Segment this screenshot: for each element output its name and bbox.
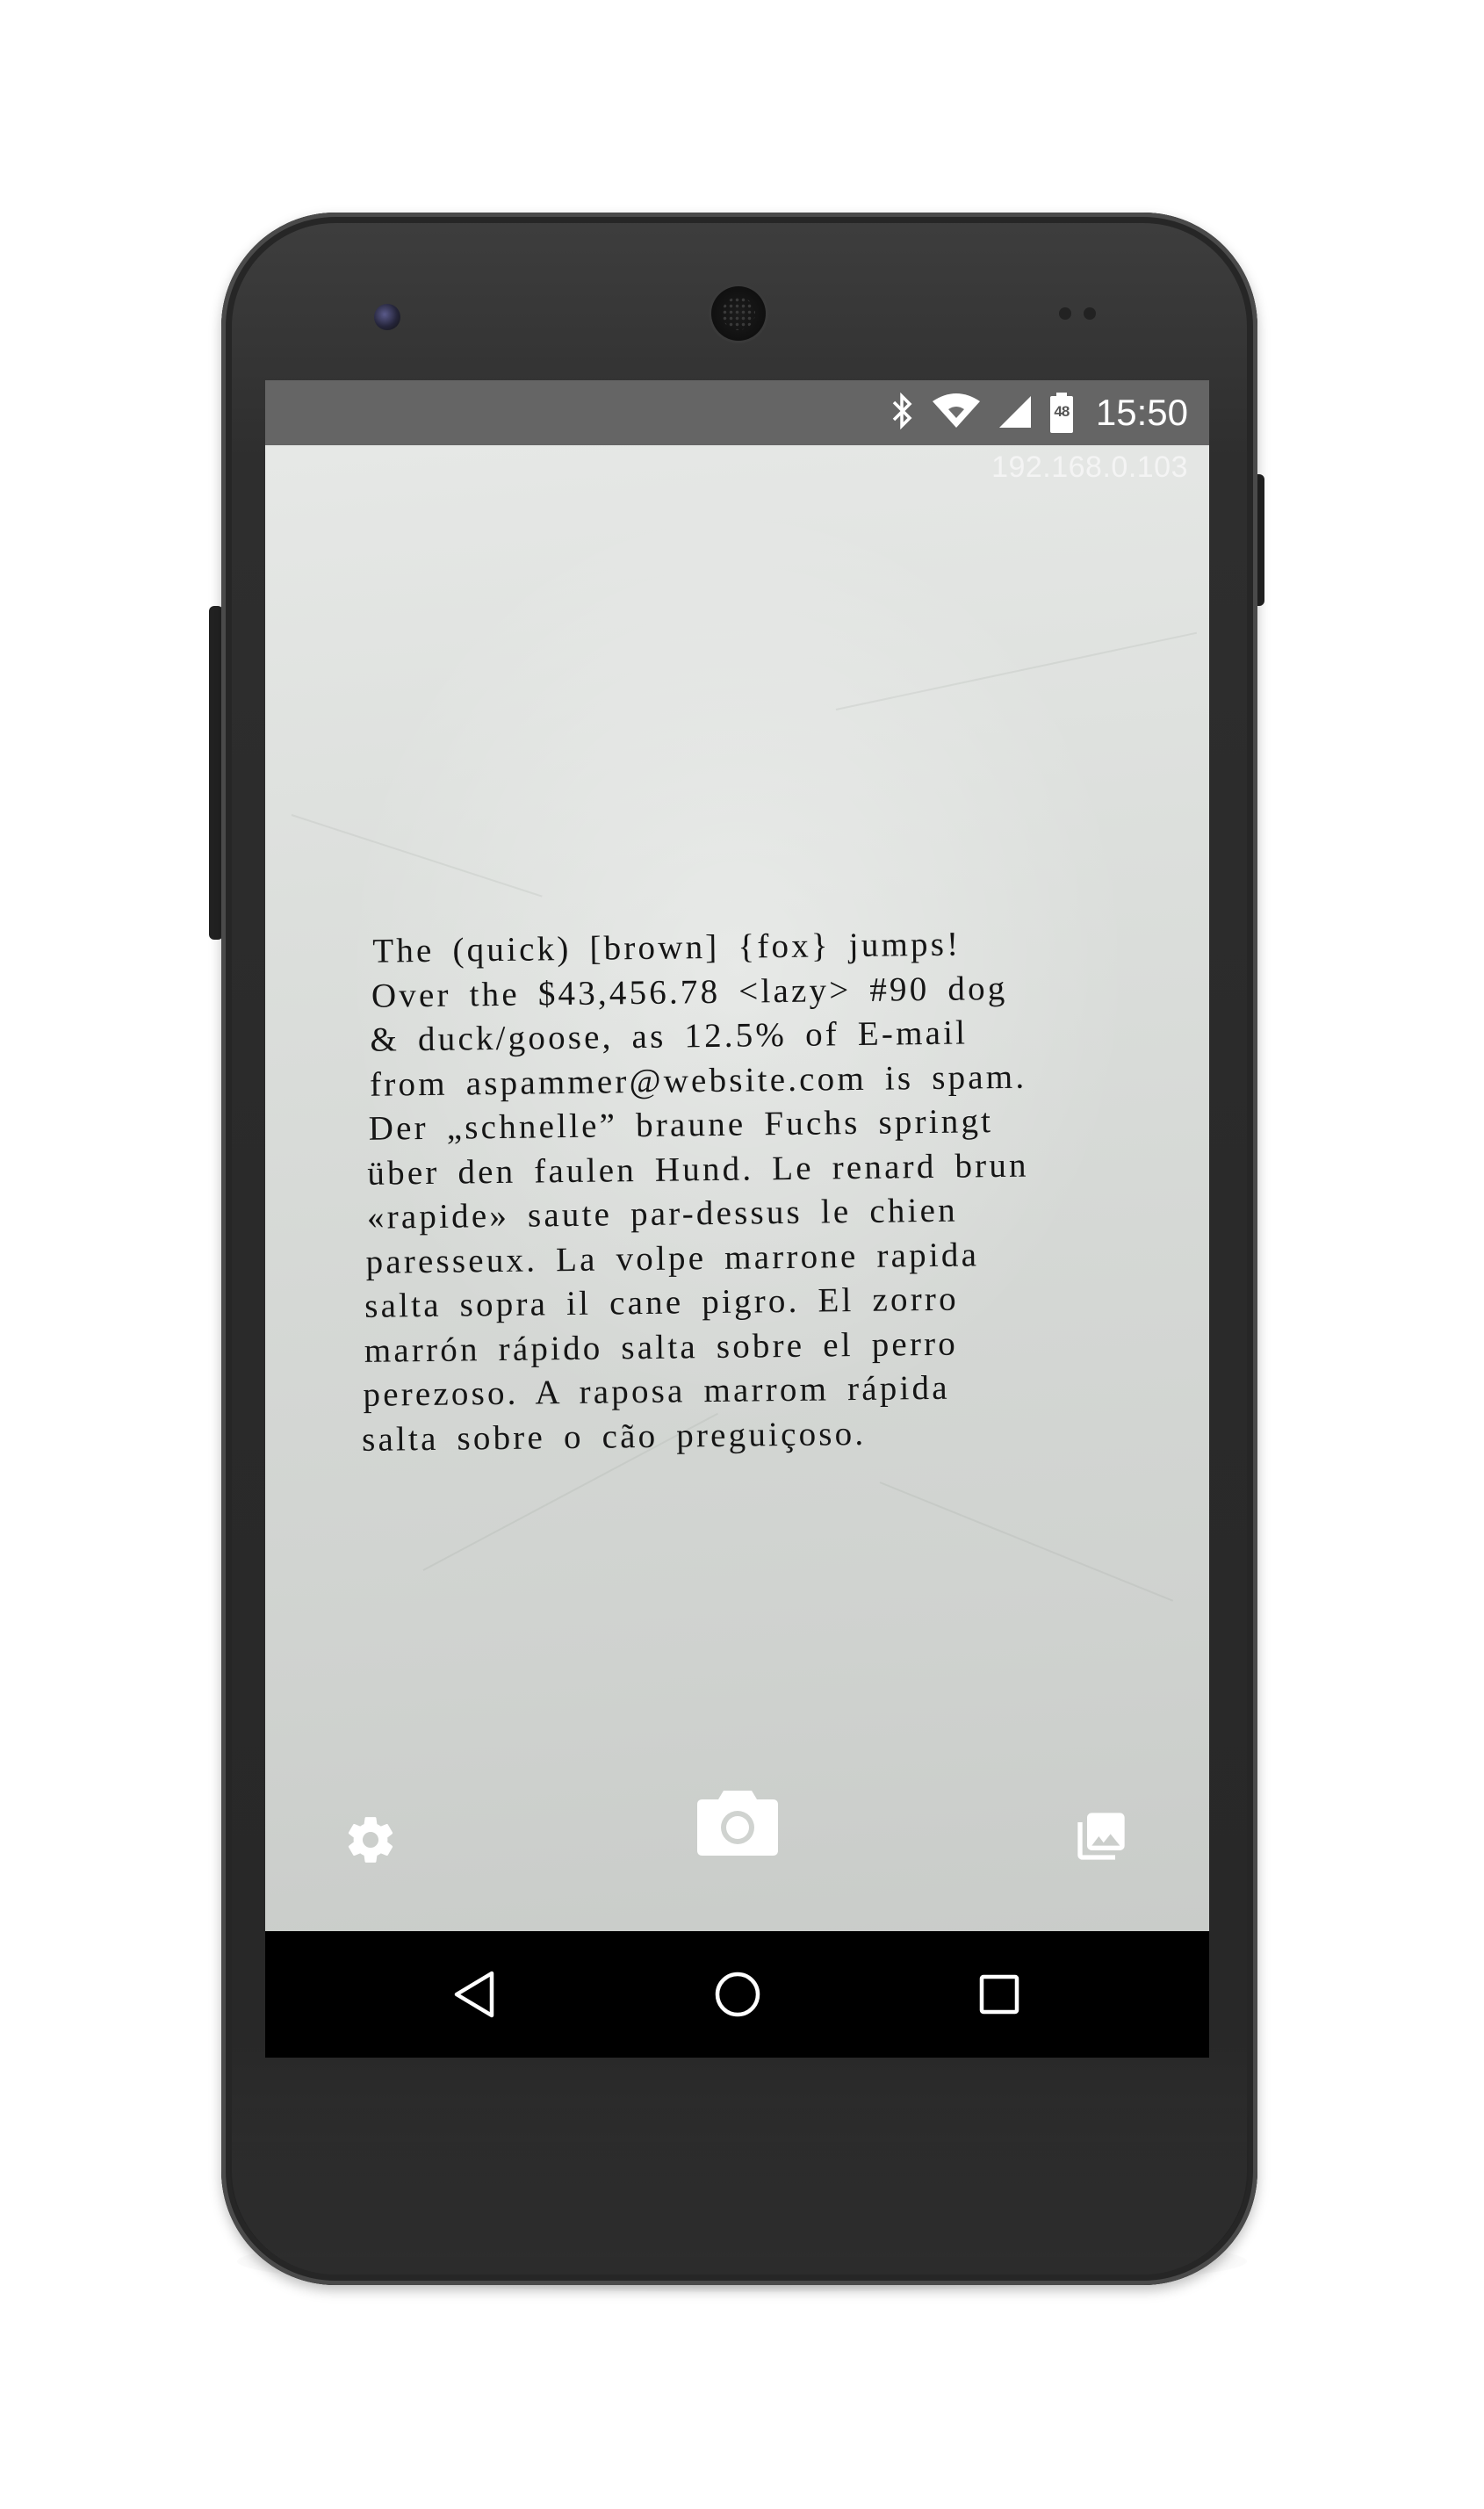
camera-shutter-icon <box>695 1784 780 1862</box>
recents-button[interactable] <box>964 1961 1034 2031</box>
light-sensor <box>1084 307 1096 320</box>
ip-address-label: 192.168.0.103 <box>991 451 1188 484</box>
phone-bottom-edge <box>230 2090 1249 2275</box>
document-text: The (quick) [brown] {fox} jumps! Over th… <box>353 919 1202 1462</box>
battery-level: 48 <box>1054 403 1070 420</box>
navigation-bar <box>265 1931 1209 2058</box>
front-camera <box>374 304 400 330</box>
recents-icon <box>975 1970 1024 2023</box>
paper-crease <box>291 814 543 898</box>
paper-crease <box>879 1482 1174 1602</box>
battery-icon: 48 <box>1048 392 1075 434</box>
status-time: 15:50 <box>1095 392 1188 433</box>
camera-preview: 192.168.0.103 The (quick) [brown] {fox} … <box>265 445 1209 1931</box>
proximity-sensor <box>1059 307 1071 320</box>
camera-controls <box>265 1763 1209 1921</box>
bluetooth-icon <box>889 392 915 434</box>
status-bar: 48 15:50 <box>265 380 1209 445</box>
status-icons: 48 15:50 <box>889 380 1188 445</box>
back-button[interactable] <box>439 1961 509 2031</box>
cell-signal-icon <box>998 393 1033 434</box>
home-icon <box>711 1968 764 2025</box>
phone-screen: 48 15:50 192.168.0.103 The (quick) [brow… <box>265 380 1209 2058</box>
settings-gear-icon <box>343 1813 398 1871</box>
home-button[interactable] <box>702 1961 773 2031</box>
settings-button[interactable] <box>335 1806 406 1877</box>
wifi-icon <box>931 393 982 434</box>
capture-button[interactable] <box>692 1780 783 1864</box>
back-icon <box>450 1968 499 2025</box>
paper-crease <box>835 631 1198 710</box>
gallery-button[interactable] <box>1066 1803 1136 1873</box>
gallery-icon <box>1073 1808 1129 1869</box>
earpiece-speaker <box>711 286 766 341</box>
